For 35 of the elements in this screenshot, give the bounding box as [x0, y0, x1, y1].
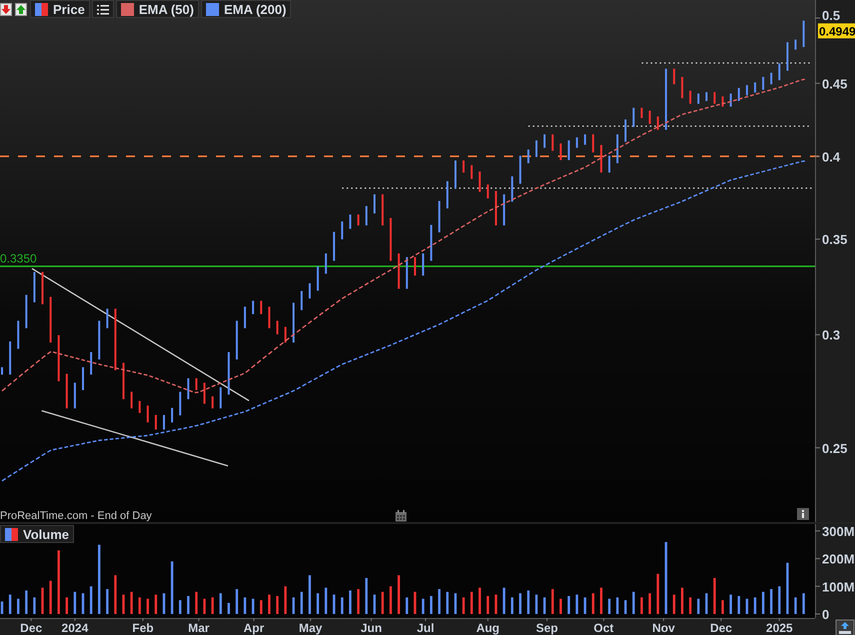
level-label: 0.3350 — [0, 251, 37, 266]
date-axis-label: Sep — [536, 621, 558, 635]
price-axis-label: 0.25 — [822, 440, 848, 456]
volume-axis-label: 300M — [822, 524, 855, 539]
date-axis-label: Aug — [476, 621, 500, 635]
date-axis-label: 2025 — [766, 621, 793, 635]
date-axis-label: Apr — [244, 621, 264, 635]
price-axis-label: 0.4 — [822, 149, 840, 164]
date-axis-label: Jun — [360, 621, 382, 635]
date-axis-label: Jul — [416, 621, 434, 635]
date-axis-label: Feb — [132, 621, 154, 635]
volume-axis-label: 0 — [822, 607, 830, 622]
date-axis-label: Dec — [20, 621, 42, 635]
volume-axis-label: 200M — [822, 552, 855, 567]
legend-item[interactable]: EMA (200) — [200, 0, 292, 18]
date-axis-label: May — [298, 621, 322, 635]
source-label: ProRealTime.com - End of Day — [0, 510, 152, 522]
legend-item[interactable]: Volume — [0, 525, 74, 543]
price-axis-label: 0.45 — [822, 76, 848, 92]
legend-item[interactable]: Price — [30, 0, 90, 18]
price-axis-label: 0.35 — [822, 232, 848, 248]
volume-axis-label: 100M — [822, 579, 855, 594]
last-price-tag: 0.4949 — [818, 23, 855, 38]
legend-label: EMA (200) — [224, 2, 286, 16]
date-axis-label: Mar — [188, 621, 210, 635]
price-axis-label: 0.3 — [822, 328, 840, 343]
date-axis-label: Dec — [710, 621, 732, 635]
legend-item[interactable]: EMA (50) — [116, 0, 199, 18]
legend-label: Volume — [23, 526, 69, 542]
price-axis-label: 0.5 — [822, 8, 840, 23]
date-axis-label: Oct — [594, 621, 614, 635]
legend-label: EMA (50) — [138, 2, 194, 16]
date-axis-label: 2024 — [62, 621, 88, 635]
legend-label: Price — [53, 2, 85, 16]
date-axis-label: Nov — [652, 621, 675, 635]
